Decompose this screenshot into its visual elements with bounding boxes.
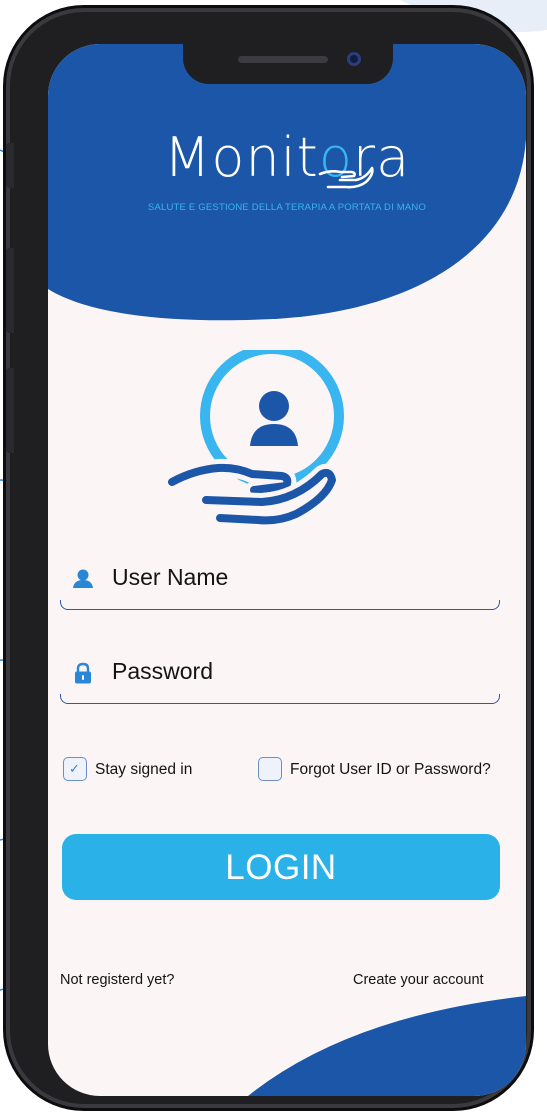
app-screen: Monitora SALUTE E GESTIONE DELLA TERAPIA… [48,44,526,1096]
speaker-grille [238,56,328,63]
login-button-label: LOGIN [225,848,337,887]
stay-signed-in-label: Stay signed in [95,761,193,778]
forgot-credentials-checkbox[interactable] [258,757,282,781]
stay-signed-in-checkbox[interactable]: ✓ [63,757,87,781]
logo-text-prefix: Monit [163,126,319,189]
user-icon [73,569,93,588]
checkmark-icon: ✓ [69,761,80,776]
username-field[interactable]: User Name [60,554,500,610]
password-field[interactable]: Password [60,648,500,704]
footer-wave [248,996,526,1096]
password-underline [60,694,500,704]
front-camera [347,52,361,66]
lock-icon [75,662,91,684]
username-placeholder: User Name [112,564,229,590]
login-button[interactable]: LOGIN [62,834,500,900]
username-underline [60,600,500,610]
volume-up-button [6,248,14,333]
app-tagline: SALUTE E GESTIONE DELLA TERAPIA A PORTAT… [147,202,427,213]
mute-switch [6,143,14,188]
password-placeholder: Password [112,658,213,684]
forgot-credentials-link[interactable]: Forgot User ID or Password? [290,761,491,779]
logo-hand-icon [318,166,374,189]
volume-down-button [6,368,14,453]
app-logo: Monitora [48,126,526,189]
phone-notch [183,44,393,84]
hand-holding-user-icon [166,350,344,530]
phone-frame: Monitora SALUTE E GESTIONE DELLA TERAPIA… [6,8,531,1108]
